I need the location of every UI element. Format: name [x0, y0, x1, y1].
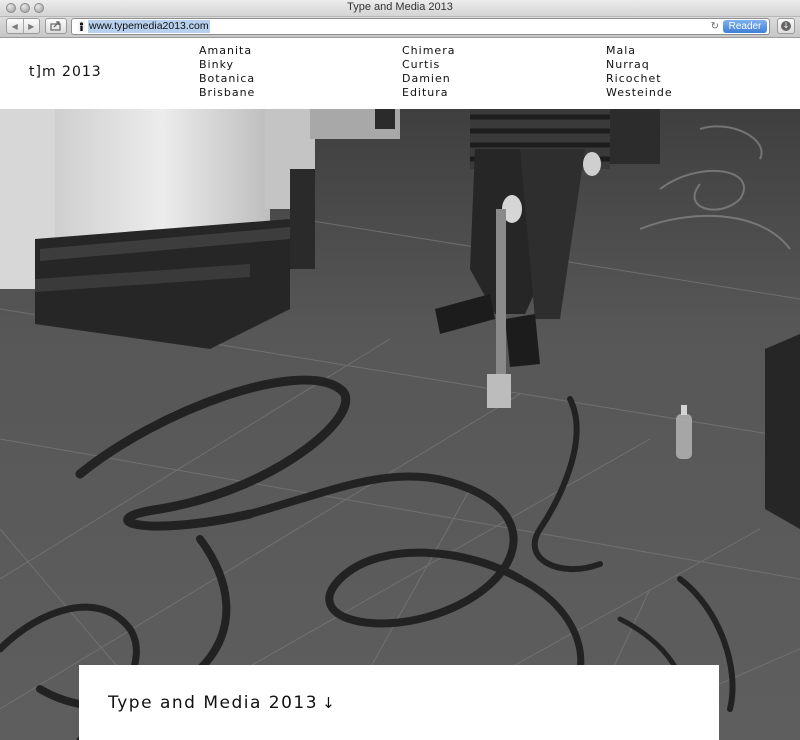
nav-link-binky[interactable]: Binky [199, 58, 255, 72]
nav-link-chimera[interactable]: Chimera [402, 44, 455, 58]
down-arrow-icon[interactable]: ↓ [322, 694, 336, 712]
nav-link-damien[interactable]: Damien [402, 72, 455, 86]
nav-link-brisbane[interactable]: Brisbane [199, 86, 255, 100]
history-nav: ◀ ▶ [6, 18, 40, 34]
window-titlebar: Type and Media 2013 [0, 0, 800, 17]
nav-link-editura[interactable]: Editura [402, 86, 455, 100]
back-arrow-icon[interactable]: ◀ [7, 19, 23, 33]
reader-button[interactable]: Reader [723, 20, 767, 33]
hero-title-text: Type and Media 2013 [108, 693, 319, 713]
site-identity-icon [78, 21, 85, 32]
typeface-nav-column-1: Amanita Binky Botanica Brisbane [199, 44, 255, 100]
hero-title-card: Type and Media 2013 ↓ [79, 665, 719, 740]
reload-icon[interactable]: ↻ [711, 20, 719, 33]
site-header: t]m 2013 Amanita Binky Botanica Brisbane… [0, 38, 800, 109]
site-logo[interactable]: t]m 2013 [29, 64, 102, 80]
floor-calligraphy-image [0, 109, 800, 740]
nav-link-westeinde[interactable]: Westeinde [606, 86, 673, 100]
url-text[interactable]: www.typemedia2013.com [88, 20, 210, 33]
nav-link-mala[interactable]: Mala [606, 44, 673, 58]
typeface-nav-column-2: Chimera Curtis Damien Editura [402, 44, 455, 100]
nav-link-nurraq[interactable]: Nurraq [606, 58, 673, 72]
nav-link-curtis[interactable]: Curtis [402, 58, 455, 72]
downloads-icon[interactable]: ↓ [777, 18, 795, 34]
address-bar[interactable]: www.typemedia2013.com ↻ Reader [71, 18, 770, 35]
forward-arrow-icon[interactable]: ▶ [22, 19, 40, 33]
browser-toolbar: ◀ ▶ www.typemedia2013.com ↻ Reader ↓ [0, 17, 800, 38]
nav-link-ricochet[interactable]: Ricochet [606, 72, 673, 86]
share-icon[interactable] [45, 18, 67, 34]
nav-link-amanita[interactable]: Amanita [199, 44, 255, 58]
window-title: Type and Media 2013 [347, 1, 453, 13]
hero-title[interactable]: Type and Media 2013 ↓ [108, 693, 336, 713]
hero-photo [0, 109, 800, 740]
typeface-nav-column-3: Mala Nurraq Ricochet Westeinde [606, 44, 673, 100]
nav-link-botanica[interactable]: Botanica [199, 72, 255, 86]
